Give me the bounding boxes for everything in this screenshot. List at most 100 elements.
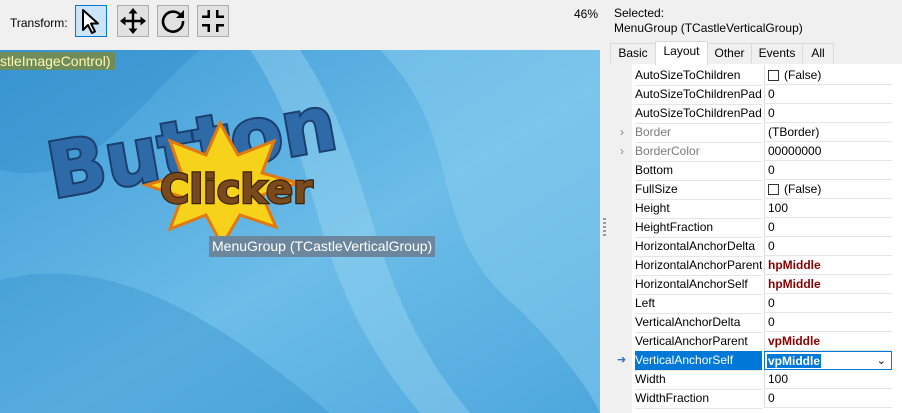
property-name: HorizontalAnchorParent — [635, 256, 762, 276]
property-value-text: 0 — [768, 239, 775, 253]
property-value[interactable]: 0 — [764, 161, 892, 180]
property-rows: AutoSizeToChildren (False) AutoSizeToChild… — [610, 66, 902, 409]
design-viewport[interactable]: stleImageControl) Button Clicker MenuGro… — [0, 50, 600, 413]
splitter-grip — [603, 218, 606, 236]
property-value[interactable]: 0 — [764, 104, 892, 123]
property-row[interactable]: Bottom 0 — [610, 161, 902, 181]
selected-component-caption[interactable]: MenuGroup (TCastleVerticalGroup) — [209, 236, 436, 257]
property-value-text: 0 — [768, 391, 775, 405]
panel-splitter[interactable] — [600, 0, 610, 413]
property-value[interactable]: hpMiddle — [764, 256, 892, 275]
property-value-text: vpMiddle — [768, 334, 821, 348]
property-row[interactable]: Width 100 — [610, 370, 902, 390]
property-checkbox[interactable] — [768, 184, 779, 195]
property-row[interactable]: HorizontalAnchorDelta 0 — [610, 237, 902, 257]
tab-basic[interactable]: Basic — [610, 43, 656, 63]
property-value-text: (False) — [784, 182, 822, 196]
property-row[interactable]: Left 0 — [610, 294, 902, 314]
property-value[interactable]: (False) — [764, 180, 892, 199]
property-value-text: 0 — [768, 163, 775, 177]
property-row[interactable]: VerticalAnchorDelta 0 — [610, 313, 902, 333]
property-name: VerticalAnchorDelta — [635, 313, 762, 333]
property-name: Width — [635, 370, 762, 390]
property-value[interactable]: 100 — [764, 370, 892, 389]
property-name: Border — [635, 123, 762, 143]
property-value[interactable]: 0 — [764, 313, 892, 332]
select-tool-button[interactable] — [75, 5, 107, 37]
property-name: WidthFraction — [635, 389, 762, 409]
property-value-text: (False) — [784, 68, 822, 82]
property-value[interactable]: 0 — [764, 85, 892, 104]
property-name: AutoSizeToChildrenPaddingBottom — [635, 85, 762, 105]
property-value-text: 00000000 — [768, 144, 822, 158]
transform-label: Transform: — [10, 16, 68, 30]
property-value-text: hpMiddle — [768, 277, 821, 291]
property-row[interactable]: › BorderColor 00000000 — [610, 142, 902, 162]
tab-events[interactable]: Events — [751, 43, 803, 63]
property-value[interactable]: 0 — [764, 389, 892, 408]
property-value[interactable]: (False) — [764, 66, 892, 85]
property-value-text: hpMiddle — [768, 258, 821, 272]
tab-layout[interactable]: Layout — [655, 41, 708, 65]
property-value-text: (TBorder) — [768, 125, 820, 139]
property-name: HorizontalAnchorDelta — [635, 237, 762, 257]
property-value-text: 0 — [768, 106, 775, 120]
property-value[interactable]: 0 — [764, 294, 892, 313]
resize-tool-button[interactable] — [197, 5, 229, 37]
property-row[interactable]: HorizontalAnchorParent hpMiddle — [610, 256, 902, 276]
property-grid: AutoSizeToChildren (False) AutoSizeToChild… — [610, 64, 902, 413]
selected-component-name: MenuGroup (TCastleVerticalGroup) — [614, 21, 803, 35]
property-value-text: 0 — [768, 220, 775, 234]
property-name: FullSize — [635, 180, 762, 200]
property-value-text: vpMiddle — [767, 354, 822, 368]
tab-all[interactable]: All — [802, 43, 834, 63]
property-name: AutoSizeToChildrenPaddingRight — [635, 104, 762, 124]
property-value-text: 0 — [768, 296, 775, 310]
property-name: VerticalAnchorSelf — [635, 351, 762, 371]
chevron-down-icon[interactable]: ⌄ — [877, 352, 886, 369]
translate-tool-button[interactable] — [117, 5, 149, 37]
tab-other[interactable]: Other — [707, 43, 752, 63]
property-name: HorizontalAnchorSelf — [635, 275, 762, 295]
property-row[interactable]: Height 100 — [610, 199, 902, 219]
property-row[interactable]: VerticalAnchorParent vpMiddle — [610, 332, 902, 352]
property-value[interactable]: 100 — [764, 199, 892, 218]
selected-label: Selected: — [614, 6, 665, 20]
property-value-text: 100 — [768, 201, 789, 215]
rotate-tool-button[interactable] — [157, 5, 189, 37]
property-row[interactable]: › Border (TBorder) — [610, 123, 902, 143]
property-value[interactable]: 0 — [764, 237, 892, 256]
logo-word-clicker: Clicker — [160, 167, 313, 213]
property-row[interactable]: FullSize (False) — [610, 180, 902, 200]
property-value-text: 100 — [768, 372, 789, 386]
property-row[interactable]: AutoSizeToChildrenPaddingBottom 0 — [610, 85, 902, 105]
property-value[interactable]: vpMiddle — [764, 332, 892, 351]
property-name: HeightFraction — [635, 218, 762, 238]
property-name: AutoSizeToChildren — [635, 66, 762, 86]
property-name: VerticalAnchorParent — [635, 332, 762, 352]
property-value[interactable]: 0 — [764, 218, 892, 237]
move-arrows-icon — [120, 8, 146, 34]
property-row[interactable]: HorizontalAnchorSelf hpMiddle — [610, 275, 902, 295]
property-row[interactable]: HeightFraction 0 — [610, 218, 902, 238]
property-value[interactable]: 00000000 — [764, 142, 892, 161]
rotate-icon — [161, 10, 185, 33]
property-checkbox[interactable] — [768, 70, 779, 81]
zoom-level: 46% — [574, 7, 599, 21]
property-value-text: 0 — [768, 315, 775, 329]
transform-toolbar: Transform: 46% — [0, 0, 600, 50]
property-row[interactable]: ➜ VerticalAnchorSelf vpMiddle ⌄ — [610, 351, 902, 371]
pointer-arrow-icon — [82, 9, 99, 34]
property-name: Height — [635, 199, 762, 219]
expand-chevron-icon[interactable]: › — [620, 142, 624, 161]
object-inspector: Selected: MenuGroup (TCastleVerticalGrou… — [610, 0, 902, 413]
property-row[interactable]: AutoSizeToChildrenPaddingRight 0 — [610, 104, 902, 124]
property-name: BorderColor — [635, 142, 762, 162]
property-value[interactable]: (TBorder) — [764, 123, 892, 142]
property-value[interactable]: hpMiddle — [764, 275, 892, 294]
image-control-caption: stleImageControl) — [0, 52, 115, 70]
property-value-dropdown[interactable]: vpMiddle ⌄ — [764, 351, 892, 370]
property-row[interactable]: WidthFraction 0 — [610, 389, 902, 409]
expand-chevron-icon[interactable]: › — [620, 123, 624, 142]
property-row[interactable]: AutoSizeToChildren (False) — [610, 66, 902, 86]
